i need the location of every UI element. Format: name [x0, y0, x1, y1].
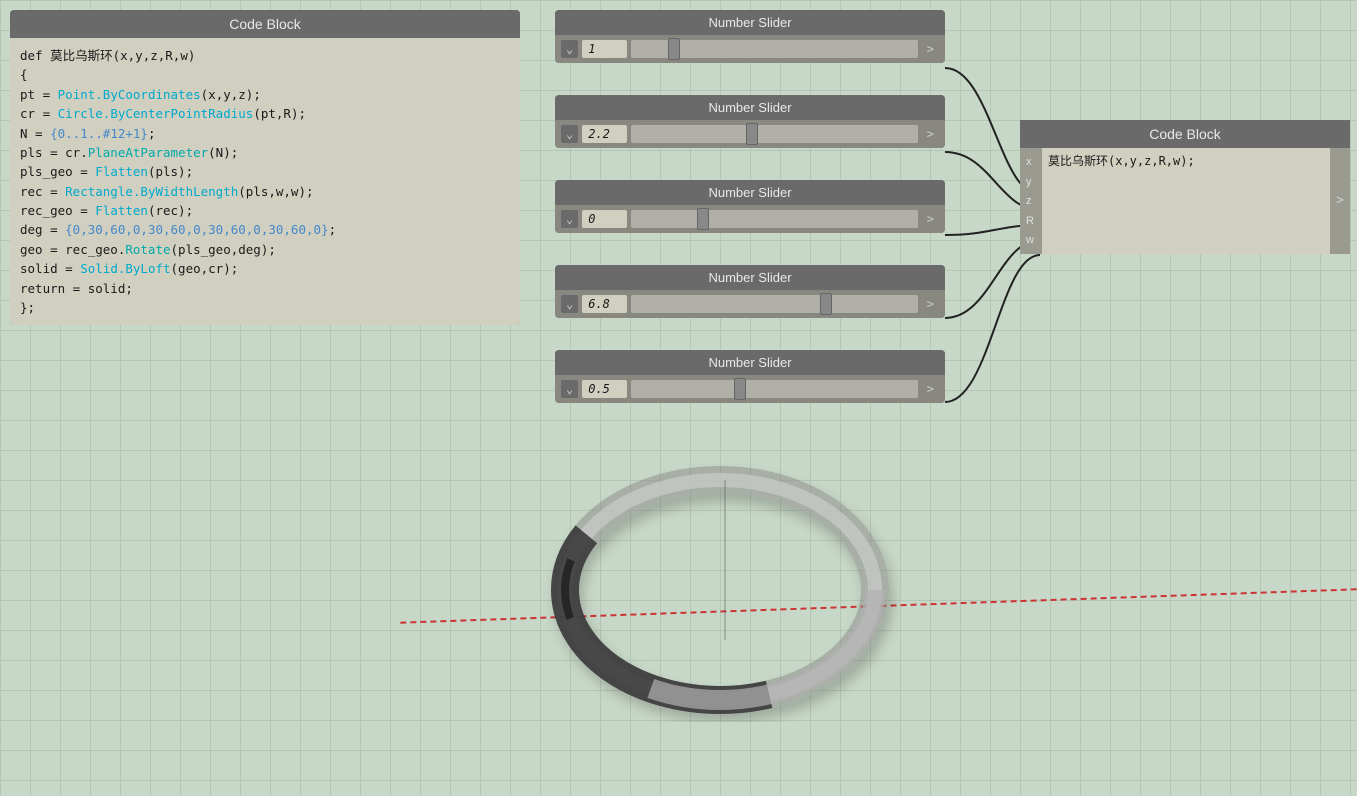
slider3-chevron[interactable]: ⌄	[561, 210, 578, 228]
slider5-chevron[interactable]: ⌄	[561, 380, 578, 398]
slider5-track[interactable]	[631, 380, 918, 398]
slider5-value: 0.5	[582, 380, 627, 398]
code-line-6: pls = cr.PlaneAtParameter(N);	[20, 143, 510, 162]
slider1-thumb[interactable]	[668, 38, 680, 60]
port-r: R	[1026, 213, 1036, 231]
port-w: w	[1026, 232, 1036, 250]
right-output-port[interactable]: >	[1330, 148, 1350, 254]
code-line-2: {	[20, 65, 510, 84]
slider4-thumb[interactable]	[820, 293, 832, 315]
slider1-body: ⌄ 1 >	[555, 35, 945, 63]
slider1-chevron[interactable]: ⌄	[561, 40, 578, 58]
code-block-right-title: Code Block	[1020, 120, 1350, 148]
slider2-value: 2.2	[582, 125, 627, 143]
code-block-right: Code Block x y z R w 莫比乌斯环(x,y,z,R,w); >	[1020, 120, 1350, 254]
code-block-right-body: x y z R w 莫比乌斯环(x,y,z,R,w); >	[1020, 148, 1350, 254]
slider2-track[interactable]	[631, 125, 918, 143]
right-ports: x y z R w	[1020, 148, 1042, 254]
slider3-value: 0	[582, 210, 627, 228]
code-line-14: };	[20, 298, 510, 317]
code-line-12: solid = Solid.ByLoft(geo,cr);	[20, 259, 510, 278]
right-code-content[interactable]: 莫比乌斯环(x,y,z,R,w);	[1042, 148, 1330, 254]
slider5-arrow[interactable]: >	[922, 380, 939, 398]
slider4-track[interactable]	[631, 295, 918, 313]
code-block-left: Code Block def 莫比乌斯环(x,y,z,R,w) { pt = P…	[10, 10, 520, 325]
port-y: y	[1026, 174, 1036, 192]
slider2-body: ⌄ 2.2 >	[555, 120, 945, 148]
code-line-1: def 莫比乌斯环(x,y,z,R,w)	[20, 46, 510, 65]
code-line-5: N = {0..1..#12+1};	[20, 124, 510, 143]
slider3-title: Number Slider	[555, 180, 945, 205]
code-line-4: cr = Circle.ByCenterPointRadius(pt,R);	[20, 104, 510, 123]
slider5-body: ⌄ 0.5 >	[555, 375, 945, 403]
port-z: z	[1026, 193, 1036, 211]
slider2-chevron[interactable]: ⌄	[561, 125, 578, 143]
slider4-arrow[interactable]: >	[922, 295, 939, 313]
slider3-track[interactable]	[631, 210, 918, 228]
code-line-8: rec = Rectangle.ByWidthLength(pls,w,w);	[20, 182, 510, 201]
slider1-track[interactable]	[631, 40, 918, 58]
slider2-thumb[interactable]	[746, 123, 758, 145]
code-line-11: geo = rec_geo.Rotate(pls_geo,deg);	[20, 240, 510, 259]
slider5-title: Number Slider	[555, 350, 945, 375]
slider4: Number Slider ⌄ 6.8 >	[555, 265, 945, 318]
slider4-chevron[interactable]: ⌄	[561, 295, 578, 313]
code-line-9: rec_geo = Flatten(rec);	[20, 201, 510, 220]
slider1-arrow[interactable]: >	[922, 40, 939, 58]
slider2-arrow[interactable]: >	[922, 125, 939, 143]
code-line-7: pls_geo = Flatten(pls);	[20, 162, 510, 181]
slider3: Number Slider ⌄ 0 >	[555, 180, 945, 233]
port-x: x	[1026, 154, 1036, 172]
slider4-value: 6.8	[582, 295, 627, 313]
slider4-title: Number Slider	[555, 265, 945, 290]
slider3-arrow[interactable]: >	[922, 210, 939, 228]
slider3-thumb[interactable]	[697, 208, 709, 230]
ring-visualization	[540, 440, 900, 760]
slider5-thumb[interactable]	[734, 378, 746, 400]
code-line-3: pt = Point.ByCoordinates(x,y,z);	[20, 85, 510, 104]
slider2-title: Number Slider	[555, 95, 945, 120]
slider5: Number Slider ⌄ 0.5 >	[555, 350, 945, 403]
slider1: Number Slider ⌄ 1 >	[555, 10, 945, 63]
code-block-left-content[interactable]: def 莫比乌斯环(x,y,z,R,w) { pt = Point.ByCoor…	[10, 38, 520, 325]
code-line-10: deg = {0,30,60,0,30,60,0,30,60,0,30,60,0…	[20, 220, 510, 239]
code-block-left-title: Code Block	[10, 10, 520, 38]
slider1-value: 1	[582, 40, 627, 58]
ring-svg	[540, 440, 900, 760]
slider2: Number Slider ⌄ 2.2 >	[555, 95, 945, 148]
slider3-body: ⌄ 0 >	[555, 205, 945, 233]
output-arrow-icon: >	[1336, 193, 1344, 208]
slider4-body: ⌄ 6.8 >	[555, 290, 945, 318]
code-line-13: return = solid;	[20, 279, 510, 298]
slider1-title: Number Slider	[555, 10, 945, 35]
